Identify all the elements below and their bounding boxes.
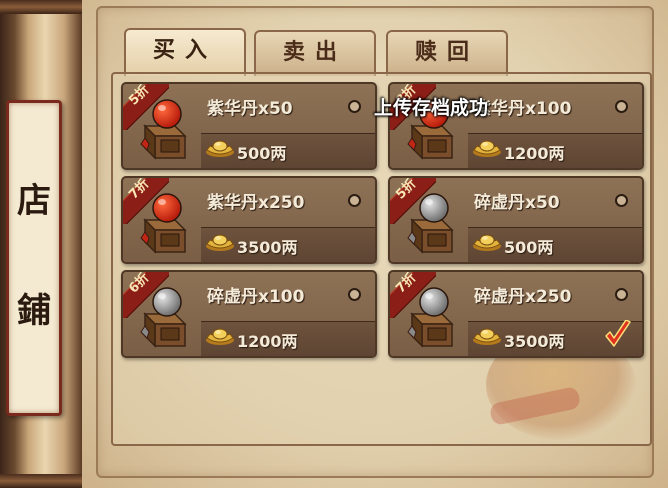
item-name: 碎虚丹x250 — [474, 287, 572, 307]
item-card[interactable]: 7折 碎虚丹x250 3500两 — [388, 270, 644, 358]
gold-ingot-icon — [205, 232, 235, 252]
gold-ingot-icon — [472, 232, 502, 252]
select-radio[interactable] — [348, 194, 361, 207]
item-name: 碎虚丹x100 — [207, 287, 305, 307]
item-card[interactable]: 5折 紫华丹x50 500两 — [121, 82, 377, 170]
gold-ingot-icon — [472, 326, 502, 346]
item-price: 3500两 — [504, 332, 565, 351]
item-name: 紫华丹x100 — [474, 99, 572, 119]
item-price: 1200两 — [504, 144, 565, 163]
checkmark-icon — [604, 319, 632, 350]
tab-sell[interactable]: 卖出 — [254, 30, 376, 76]
shop-scroll-banner: 店 鋪 — [0, 0, 82, 488]
item-card[interactable]: 7折 紫华丹x250 3500两 — [121, 176, 377, 264]
select-radio[interactable] — [348, 288, 361, 301]
item-name: 碎虚丹x50 — [474, 193, 560, 213]
scroll-rod-bottom — [0, 474, 82, 488]
select-radio[interactable] — [348, 100, 361, 113]
item-card[interactable]: 5折 碎虚丹x50 500两 — [388, 176, 644, 264]
select-radio[interactable] — [615, 194, 628, 207]
shop-title-char-1: 店 — [17, 181, 51, 221]
gold-ingot-icon — [205, 326, 235, 346]
gold-ingot-icon — [472, 138, 502, 158]
discount-ribbon: 6折 — [123, 272, 169, 318]
discount-ribbon: 5折 — [123, 84, 169, 130]
tab-redeem[interactable]: 赎回 — [386, 30, 508, 76]
shop-title-char-2: 鋪 — [17, 291, 51, 331]
item-price: 1200两 — [237, 332, 298, 351]
item-name: 紫华丹x50 — [207, 99, 293, 119]
item-price: 3500两 — [237, 238, 298, 257]
tab-buy[interactable]: 买入 — [124, 28, 246, 76]
scroll-rod-top — [0, 0, 82, 14]
discount-ribbon: 7折 — [390, 272, 436, 318]
discount-ribbon: 7折 — [123, 178, 169, 224]
toast-message: 上传存档成功 — [374, 97, 489, 119]
discount-ribbon: 5折 — [390, 178, 436, 224]
item-card[interactable]: 6折 碎虚丹x100 1200两 — [121, 270, 377, 358]
item-price: 500两 — [237, 144, 287, 163]
select-radio[interactable] — [615, 100, 628, 113]
shop-title-plaque: 店 鋪 — [6, 100, 62, 416]
gold-ingot-icon — [205, 138, 235, 158]
item-price: 500两 — [504, 238, 554, 257]
select-radio[interactable] — [615, 288, 628, 301]
item-name: 紫华丹x250 — [207, 193, 305, 213]
